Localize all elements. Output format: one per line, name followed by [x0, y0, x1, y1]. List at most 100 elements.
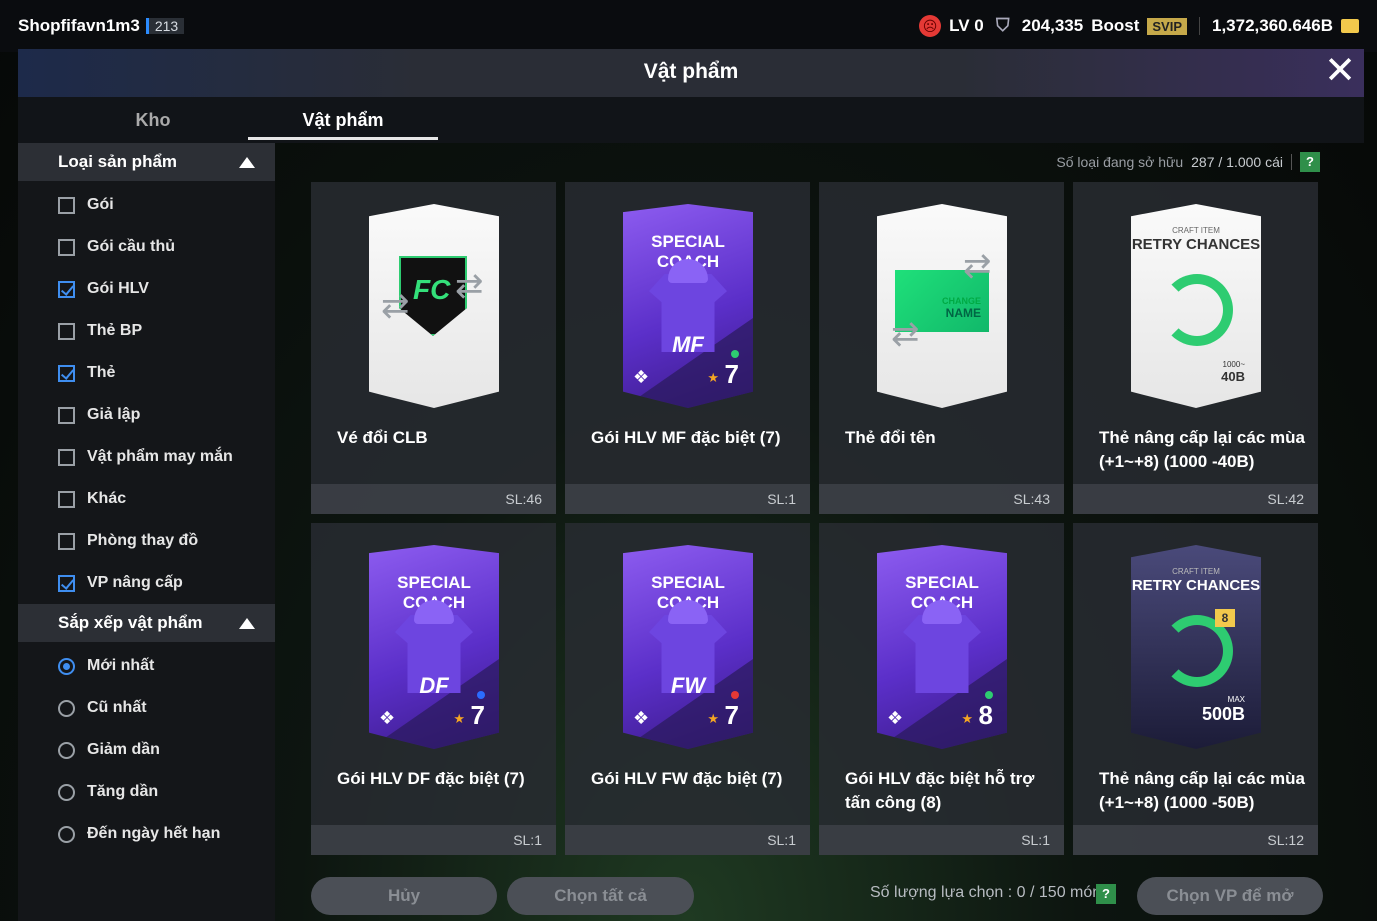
filter-option-label: Gói cầu thủ [87, 238, 175, 255]
filter-option[interactable]: Gói cầu thủ [18, 226, 275, 268]
help-icon[interactable]: ? [1096, 884, 1116, 904]
fc-logo-icon: ❖ [379, 708, 396, 728]
filter-option[interactable]: Khác [18, 478, 275, 520]
item-card[interactable]: CHANGE NAME ⇄ ⇄ Thẻ đổi tên SL:43 [819, 182, 1064, 514]
craft-title: RETRY CHANCES [1131, 236, 1261, 253]
filter-option[interactable]: Gói [18, 184, 275, 226]
sidebar: Loại sản phẩm Gói Gói cầu thủ Gói HLV Thẻ B… [18, 143, 275, 921]
item-quantity: SL:1 [565, 484, 810, 514]
checkbox[interactable] [58, 406, 75, 424]
radio-button[interactable] [58, 783, 75, 801]
item-quantity: SL:43 [819, 484, 1064, 514]
craft-tag-small: MAX [1227, 695, 1245, 704]
sort-option[interactable]: Mới nhất [18, 645, 275, 687]
filter-option[interactable]: Gói HLV [18, 268, 275, 310]
currency-value: 204,335 [1021, 16, 1084, 35]
sort-option-label: Đến ngày hết hạn [87, 825, 221, 842]
owned-count-label: Số loại đang sở hữu [1056, 154, 1184, 170]
star-icon: ★ [707, 711, 719, 726]
fc-logo-icon: ❖ [887, 708, 904, 728]
checkbox[interactable] [58, 490, 75, 508]
radio-button[interactable] [58, 657, 75, 675]
plate-text: NAME [945, 306, 981, 320]
checkbox[interactable] [58, 364, 75, 382]
item-quantity: SL:1 [311, 825, 556, 855]
item-card[interactable]: SPECIAL COACHMF❖★7Gói HLV MF đặc biệt (7… [565, 182, 810, 514]
bp-value: 1,372,360.646B [1212, 16, 1333, 35]
craft-tag-small: 1000~ [1222, 360, 1245, 369]
user-level: 213 [145, 18, 185, 34]
star-icon: ★ [707, 370, 719, 385]
radio-button[interactable] [58, 825, 75, 843]
item-card[interactable]: CRAFT ITEM RETRY CHANCES 1000~ 40B Thẻ nâng … [1073, 182, 1318, 514]
item-card[interactable]: SPECIAL COACHDF❖★7Gói HLV DF đặc biệt (7… [311, 523, 556, 855]
item-quantity: SL:12 [1073, 825, 1318, 855]
select-all-button[interactable]: Chọn tất cả [507, 877, 694, 915]
radio-button[interactable] [58, 699, 75, 717]
coach-card-image: SPECIAL COACHFW❖★7 [623, 545, 753, 749]
plate-text: CHANGE [941, 296, 981, 306]
sort-option[interactable]: Cũ nhất [18, 687, 275, 729]
item-name: Gói HLV DF đặc biệt (7) [337, 769, 525, 788]
item-card[interactable]: SPECIAL COACH❖★8Gói HLV đặc biệt hỗ trợ … [819, 523, 1064, 855]
item-card[interactable]: CRAFT ITEM RETRY CHANCES 8 MAX 500B Thẻ nâng … [1073, 523, 1318, 855]
coach-card-image: SPECIAL COACH❖★8 [877, 545, 1007, 749]
user-info: Shopfifavn1m3 213 [18, 16, 185, 36]
filter-option-label: Thẻ BP [87, 322, 143, 339]
separator [1199, 17, 1200, 35]
checkbox[interactable] [58, 238, 75, 256]
filter-option[interactable]: VP nâng cấp [18, 562, 275, 604]
position-dot [731, 691, 739, 699]
help-icon[interactable]: ? [1300, 152, 1320, 172]
radio-button[interactable] [58, 741, 75, 759]
checkbox[interactable] [58, 448, 75, 466]
item-art: FC ⇄ ⇄ [369, 204, 499, 408]
bp-coin-icon [1341, 19, 1359, 33]
filter-option[interactable]: Vật phẩm may mắn [18, 436, 275, 478]
star-icon: ★ [453, 711, 465, 726]
checkbox[interactable] [58, 322, 75, 340]
card-grade: 8 [978, 700, 993, 730]
item-art: CHANGE NAME ⇄ ⇄ [877, 204, 1007, 408]
filter-option[interactable]: Giả lập [18, 394, 275, 436]
sort-option[interactable]: Đến ngày hết hạn [18, 813, 275, 855]
item-quantity: SL:1 [565, 825, 810, 855]
craft-tag-value: 500B [1201, 704, 1245, 724]
tab-bar: Kho Vật phẩm [18, 97, 1364, 143]
swap-arrow-icon: ⇄ [891, 315, 920, 353]
swap-arrow-icon: ⇄ [381, 287, 410, 325]
item-quantity: SL:42 [1073, 484, 1318, 514]
craft-title: RETRY CHANCES [1131, 577, 1261, 594]
sort-option[interactable]: Tăng dần [18, 771, 275, 813]
sort-option[interactable]: Giảm dần [18, 729, 275, 771]
lv-label: LV 0 [949, 16, 984, 35]
tab-vat-pham[interactable]: Vật phẩm [248, 97, 438, 143]
checkbox[interactable] [58, 532, 75, 550]
filter-option[interactable]: Phòng thay đồ [18, 520, 275, 562]
sort-section-header[interactable]: Sắp xếp vật phẩm [18, 604, 275, 642]
checkbox[interactable] [58, 196, 75, 214]
item-name: Vé đổi CLB [337, 428, 428, 447]
checkbox[interactable] [58, 574, 75, 592]
coach-card-image: SPECIAL COACHMF❖★7 [623, 204, 753, 408]
checkbox[interactable] [58, 280, 75, 298]
open-selected-button[interactable]: Chọn VP để mở [1137, 877, 1323, 915]
collapse-triangle-icon [239, 617, 255, 629]
position-dot [985, 691, 993, 699]
close-icon[interactable]: ✕ [1322, 52, 1358, 91]
boost-label: Boost [1091, 16, 1140, 35]
sort-option-label: Mới nhất [87, 657, 155, 674]
item-card[interactable]: SPECIAL COACHFW❖★7Gói HLV FW đặc biệt (7… [565, 523, 810, 855]
sort-option-label: Cũ nhất [87, 699, 147, 716]
tab-kho[interactable]: Kho [58, 97, 248, 143]
level-badge: 8 [1215, 609, 1235, 627]
item-card[interactable]: FC ⇄ ⇄ Vé đổi CLB SL:46 [311, 182, 556, 514]
craft-label: CRAFT ITEM [1172, 567, 1220, 576]
filter-option-label: Vật phẩm may mắn [87, 448, 233, 465]
filter-option[interactable]: Thẻ BP [18, 310, 275, 352]
filter-option[interactable]: Thẻ [18, 352, 275, 394]
filter-section-header[interactable]: Loại sản phẩm [18, 143, 275, 181]
item-name: Thẻ nâng cấp lại các mùa (+1~+8) (1000 -… [1099, 769, 1305, 812]
cancel-button[interactable]: Hủy [311, 877, 497, 915]
filter-option-label: Gói HLV [87, 280, 149, 297]
